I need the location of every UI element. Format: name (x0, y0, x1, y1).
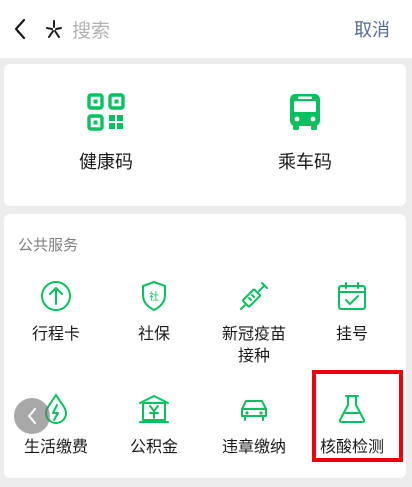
bus-code-item[interactable]: 乘车码 (245, 92, 365, 174)
service-label: 社保 (137, 324, 170, 343)
service-item-traffic-fine[interactable]: 违章缴纳 (204, 392, 304, 458)
service-label-line2: 接种 (237, 346, 270, 365)
shield-she-icon: 社 (142, 281, 166, 311)
service-label: 挂号 (335, 324, 368, 343)
back-button[interactable] (2, 0, 38, 58)
service-label: 违章缴纳 (221, 437, 286, 456)
syringe-icon (240, 282, 268, 310)
bank-yuan-icon (139, 395, 169, 423)
service-label: 公积金 (129, 437, 178, 456)
service-label: 生活缴费 (23, 437, 88, 456)
chevron-left-icon (14, 18, 26, 40)
service-item-social-security[interactable]: 社 社保 (104, 279, 204, 345)
chevron-left-icon (28, 408, 36, 424)
service-item-housing-fund[interactable]: 公积金 (104, 392, 204, 458)
search-input[interactable]: 搜索 (38, 10, 354, 48)
section-title: 公共服务 (18, 236, 79, 254)
search-icon (40, 15, 68, 43)
car-icon (241, 400, 267, 421)
health-code-item[interactable]: 健康码 (46, 92, 166, 174)
bus-code-label: 乘车码 (278, 152, 332, 173)
service-item-itinerary-card[interactable]: 行程卡 (6, 279, 106, 345)
calendar-check-icon (338, 282, 366, 310)
service-item-vaccine[interactable]: 新冠疫苗 接种 (204, 279, 304, 367)
svg-text:社: 社 (149, 290, 159, 303)
quick-access-card: 健康码 乘车码 (4, 64, 406, 206)
top-bar: 搜索 取消 (0, 0, 412, 58)
cancel-button[interactable]: 取消 (354, 0, 412, 58)
health-code-label: 健康码 (79, 152, 133, 173)
arrow-up-circle-icon (41, 281, 71, 311)
qr-code-icon (87, 93, 125, 131)
floating-back-button[interactable] (14, 398, 50, 434)
service-item-registration[interactable]: 挂号 (302, 279, 402, 345)
highlight-annotation-box (312, 370, 403, 462)
service-label: 新冠疫苗 接种 (222, 323, 286, 367)
bus-icon (290, 94, 320, 130)
service-label-line1: 新冠疫苗 (221, 324, 286, 343)
search-placeholder: 搜索 (72, 19, 111, 42)
service-label: 行程卡 (31, 324, 80, 343)
